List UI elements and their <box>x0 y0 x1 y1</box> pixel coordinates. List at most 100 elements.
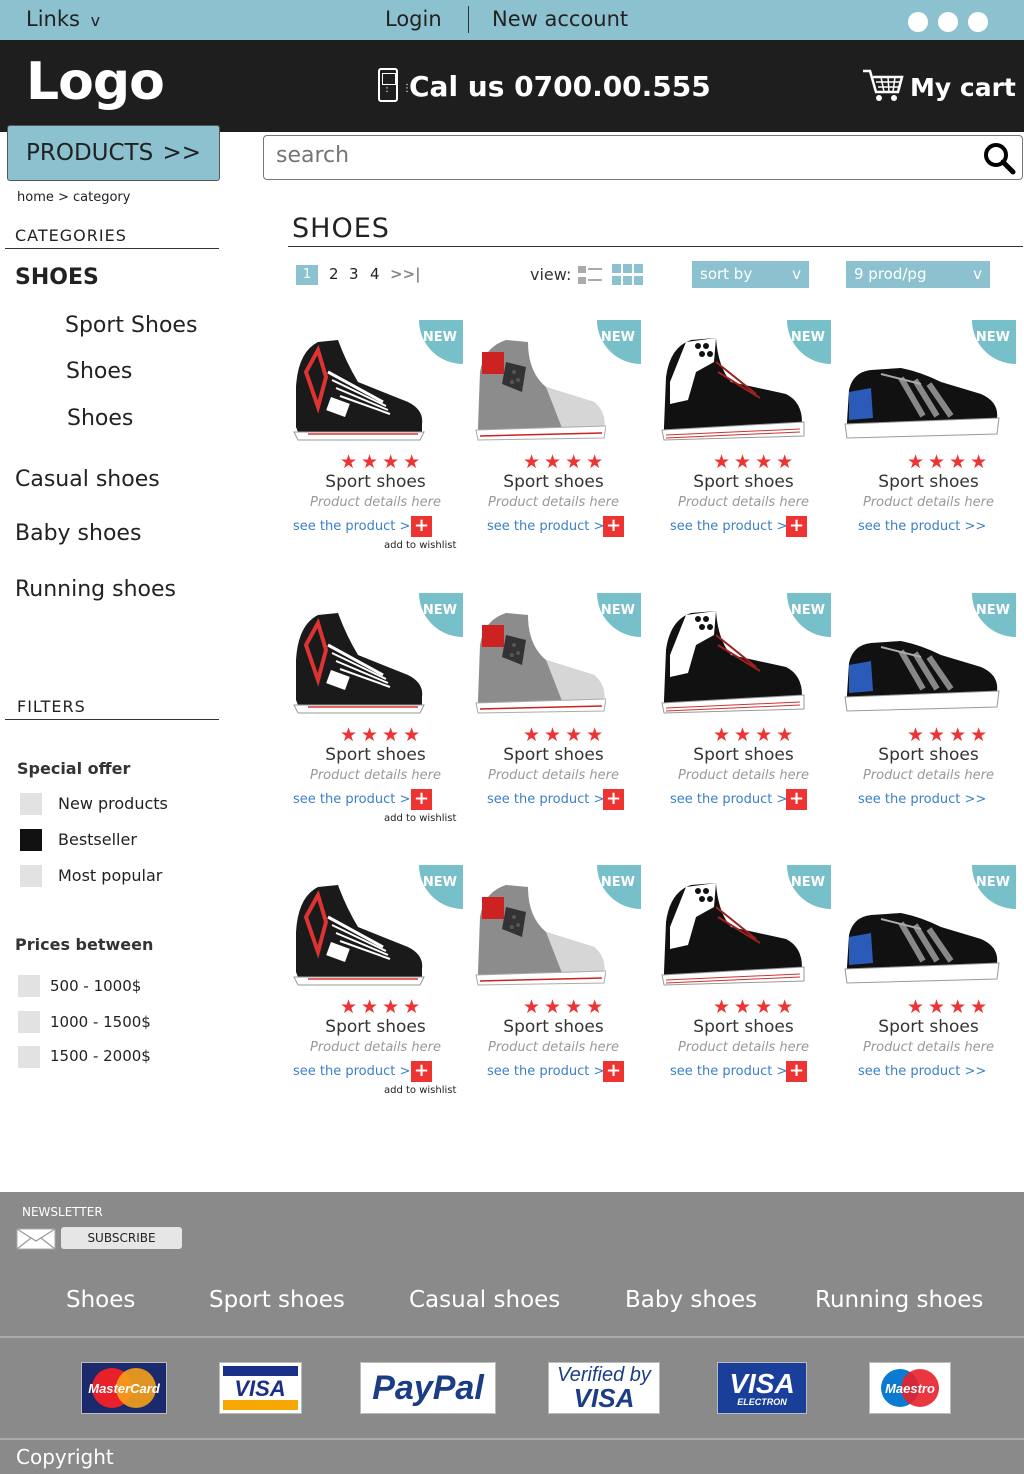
window-dot-icon[interactable] <box>908 12 928 32</box>
product-card[interactable]: NEW ★★★★ Sport shoes Product details here se… <box>656 320 831 570</box>
product-card[interactable]: NEW ★★★★ Sport shoes Product details here se… <box>841 865 1016 1115</box>
footer-link-baby-shoes[interactable]: Baby shoes <box>625 1287 757 1313</box>
see-product-link[interactable]: see the product >> <box>487 1064 615 1079</box>
product-image[interactable] <box>841 605 1001 719</box>
checkbox-price-1500-2000[interactable] <box>18 1046 40 1068</box>
category-shoes[interactable]: SHOES <box>15 265 99 290</box>
product-image[interactable] <box>841 877 1001 991</box>
page-1-button[interactable]: 1 <box>296 265 318 285</box>
product-name[interactable]: Sport shoes <box>288 745 463 765</box>
product-card[interactable]: NEW ★★★★ Sport shoes Product details here se… <box>288 320 463 570</box>
special-offer-title: Special offer <box>17 759 131 778</box>
see-product-link[interactable]: see the product >> <box>293 519 421 534</box>
product-image[interactable] <box>466 332 607 446</box>
links-dropdown[interactable]: Links v <box>26 7 100 31</box>
add-to-wishlist-button[interactable]: + <box>786 1061 807 1082</box>
see-product-link[interactable]: see the product >> <box>670 519 798 534</box>
page-3-button[interactable]: 3 <box>349 265 359 283</box>
subscribe-button[interactable]: SUBSCRIBE <box>61 1227 182 1249</box>
page-4-button[interactable]: 4 <box>370 265 380 283</box>
logo[interactable]: Logo <box>26 52 165 112</box>
footer-link-casual-shoes[interactable]: Casual shoes <box>409 1287 560 1313</box>
footer-link-running-shoes[interactable]: Running shoes <box>815 1287 983 1313</box>
subcategory-shoes[interactable]: Shoes <box>67 406 133 431</box>
checkbox-most-popular[interactable] <box>20 865 42 887</box>
checkbox-price-1000-1500[interactable] <box>18 1011 40 1033</box>
product-name[interactable]: Sport shoes <box>288 472 463 492</box>
new-account-link[interactable]: New account <box>492 7 628 31</box>
cart-icon[interactable] <box>862 68 904 106</box>
category-running-shoes[interactable]: Running shoes <box>15 577 176 602</box>
see-product-link[interactable]: see the product >> <box>858 792 986 807</box>
product-card[interactable]: NEW ★★★★ Sport shoes Product details here se… <box>841 593 1016 843</box>
sort-by-dropdown[interactable]: sort by v <box>692 261 809 288</box>
product-card[interactable]: NEW ★★★★ Sport shoes Product details here se… <box>656 593 831 843</box>
subcategory-sport-shoes[interactable]: Sport Shoes <box>65 313 197 338</box>
last-page-icon[interactable]: >>| <box>390 265 421 283</box>
see-product-link[interactable]: see the product >> <box>487 519 615 534</box>
see-product-link[interactable]: see the product >> <box>858 1064 986 1079</box>
search-icon[interactable] <box>982 141 1016 179</box>
see-product-link[interactable]: see the product >> <box>293 792 421 807</box>
category-baby-shoes[interactable]: Baby shoes <box>15 521 141 546</box>
see-product-link[interactable]: see the product >> <box>858 519 986 534</box>
product-card[interactable]: NEW ★★★★ Sport shoes Product details here se… <box>466 593 641 843</box>
product-name[interactable]: Sport shoes <box>288 1017 463 1037</box>
page-2-button[interactable]: 2 <box>329 265 339 283</box>
product-name[interactable]: Sport shoes <box>656 745 831 765</box>
product-image[interactable] <box>288 877 428 991</box>
product-name[interactable]: Sport shoes <box>466 472 641 492</box>
product-image[interactable] <box>288 605 428 719</box>
filters-title: FILTERS <box>17 697 86 716</box>
checkbox-new-products[interactable] <box>20 793 42 815</box>
list-view-icon[interactable] <box>578 265 602 289</box>
breadcrumb[interactable]: home > category <box>17 190 130 205</box>
add-to-wishlist-button[interactable]: + <box>411 1061 432 1082</box>
product-card[interactable]: NEW ★★★★ Sport shoes Product details here se… <box>656 865 831 1115</box>
grid-view-icon[interactable] <box>612 264 644 290</box>
see-product-link[interactable]: see the product >> <box>487 792 615 807</box>
see-product-link[interactable]: see the product >> <box>670 792 798 807</box>
login-link[interactable]: Login <box>385 7 442 31</box>
add-to-wishlist-button[interactable]: + <box>411 789 432 810</box>
product-name[interactable]: Sport shoes <box>841 1017 1016 1037</box>
footer-link-sport-shoes[interactable]: Sport shoes <box>209 1287 345 1313</box>
see-product-link[interactable]: see the product >> <box>293 1064 421 1079</box>
subcategory-shoes[interactable]: Shoes <box>66 359 132 384</box>
product-card[interactable]: NEW ★★★★ Sport shoes Product details here se… <box>466 320 641 570</box>
product-card[interactable]: NEW ★★★★ Sport shoes Product details here se… <box>288 593 463 843</box>
product-card[interactable]: NEW ★★★★ Sport shoes Product details here se… <box>841 320 1016 570</box>
checkbox-price-500-1000[interactable] <box>18 975 40 997</box>
add-to-wishlist-button[interactable]: + <box>603 516 624 537</box>
checkbox-bestseller[interactable] <box>20 829 42 851</box>
footer-link-shoes[interactable]: Shoes <box>66 1287 135 1313</box>
product-name[interactable]: Sport shoes <box>656 472 831 492</box>
add-to-wishlist-button[interactable]: + <box>411 516 432 537</box>
add-to-wishlist-button[interactable]: + <box>786 516 807 537</box>
product-card[interactable]: NEW ★★★★ Sport shoes Product details here se… <box>288 865 463 1115</box>
product-image[interactable] <box>288 332 428 446</box>
product-card[interactable]: NEW ★★★★ Sport shoes Product details here se… <box>466 865 641 1115</box>
product-image[interactable] <box>841 332 1001 446</box>
products-button[interactable]: PRODUCTS >> <box>7 125 220 181</box>
add-to-wishlist-button[interactable]: + <box>603 789 624 810</box>
window-dot-icon[interactable] <box>938 12 958 32</box>
product-name[interactable]: Sport shoes <box>466 745 641 765</box>
product-image[interactable] <box>656 332 806 446</box>
product-image[interactable] <box>466 877 607 991</box>
add-to-wishlist-button[interactable]: + <box>603 1061 624 1082</box>
product-image[interactable] <box>466 605 607 719</box>
product-name[interactable]: Sport shoes <box>656 1017 831 1037</box>
product-name[interactable]: Sport shoes <box>841 745 1016 765</box>
window-dot-icon[interactable] <box>968 12 988 32</box>
per-page-dropdown[interactable]: 9 prod/pg v <box>846 261 990 288</box>
product-image[interactable] <box>656 877 806 991</box>
product-name[interactable]: Sport shoes <box>466 1017 641 1037</box>
category-casual-shoes[interactable]: Casual shoes <box>15 467 160 492</box>
add-to-wishlist-button[interactable]: + <box>786 789 807 810</box>
product-name[interactable]: Sport shoes <box>841 472 1016 492</box>
see-product-link[interactable]: see the product >> <box>670 1064 798 1079</box>
product-image[interactable] <box>656 605 806 719</box>
my-cart-link[interactable]: My cart <box>910 73 1016 102</box>
search-input[interactable] <box>276 143 966 168</box>
